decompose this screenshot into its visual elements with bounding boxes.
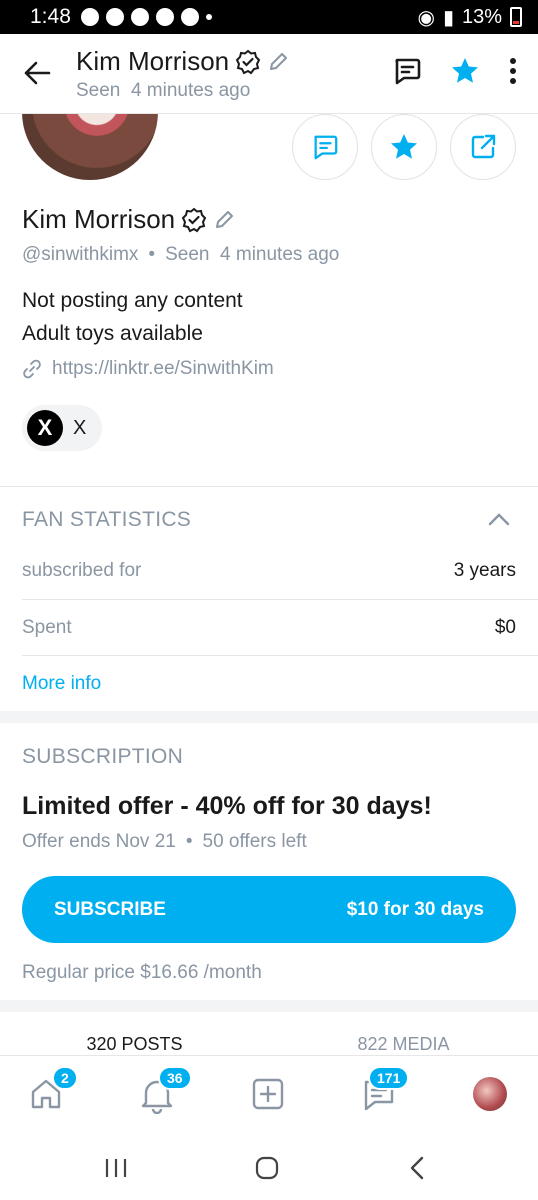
profile-handle: @sinwithkimx [22, 244, 139, 265]
reddit-icon-2 [180, 8, 199, 26]
star-icon [391, 134, 417, 159]
nav-messages[interactable]: 171 [360, 1066, 410, 1116]
message-button[interactable] [292, 114, 358, 180]
home-button-icon[interactable] [255, 1156, 279, 1180]
recents-icon[interactable] [104, 1157, 128, 1179]
share-button[interactable] [450, 114, 516, 180]
link-icon [23, 359, 41, 379]
header-seen-time: 4 minutes ago [130, 80, 251, 101]
back-button-icon[interactable] [408, 1155, 426, 1181]
header-name: Kim Morrison [76, 46, 230, 76]
section-gap [0, 1000, 538, 1012]
profile-seen-label: Seen [165, 244, 210, 265]
more-info-link[interactable]: More info [22, 673, 101, 695]
bio-line-1: Not posting any content [22, 289, 243, 312]
profile-header: Kim Morrison Seen 4 minutes ago [0, 34, 538, 114]
bio-line-2: Adult toys available [22, 322, 203, 345]
profile-name: Kim Morrison [22, 204, 235, 235]
battery-text: 13% [461, 5, 502, 28]
star-icon[interactable] [450, 56, 480, 86]
verified-icon [181, 207, 207, 232]
offer-details: Offer ends Nov 21 • 50 offers left [22, 831, 307, 853]
header-seen: Seen 4 minutes ago [76, 80, 250, 102]
profile-seen-time: 4 minutes ago [220, 244, 340, 265]
subscribe-button[interactable]: SUBSCRIBE $10 for 30 days [22, 876, 516, 943]
status-time: 1:48 [30, 5, 71, 28]
tab-media[interactable]: 822 MEDIA [269, 1034, 538, 1055]
x-logo-icon: X [27, 410, 63, 446]
message-icon[interactable] [392, 56, 422, 86]
battery-icon [510, 7, 522, 27]
offers-left: 50 offers left [202, 831, 307, 852]
regular-price: Regular price $16.66 /month [22, 962, 262, 983]
subscribe-label: SUBSCRIBE [54, 898, 166, 920]
stat-value: 3 years [453, 560, 516, 581]
nav-profile-avatar[interactable] [473, 1077, 507, 1111]
offer-title: Limited offer - 40% off for 30 days! [22, 792, 432, 820]
home-badge: 2 [52, 1066, 78, 1090]
tab-posts[interactable]: 320 POSTS [0, 1034, 269, 1055]
row-divider [22, 599, 538, 600]
offer-ends: Offer ends Nov 21 [22, 831, 176, 852]
profile-name-text: Kim Morrison [22, 204, 176, 234]
x-social-chip[interactable]: X X [22, 405, 102, 451]
alert-icon [105, 8, 124, 26]
handle-line: @sinwithkimx • Seen 4 minutes ago [22, 244, 339, 266]
share-icon [471, 134, 496, 159]
verified-icon [235, 49, 261, 74]
message-icon [314, 135, 338, 160]
section-gap [0, 711, 538, 723]
more-vertical-icon[interactable] [508, 56, 518, 86]
subscribe-price: $10 for 30 days [346, 898, 484, 920]
signal-icon: ▮ [442, 6, 454, 29]
header-seen-label: Seen [76, 80, 121, 101]
stat-label: Spent [22, 617, 72, 638]
chevron-up-icon[interactable] [488, 512, 510, 526]
reddit-icon [155, 8, 174, 26]
nav-new-post[interactable] [250, 1076, 290, 1116]
nav-notifications[interactable]: 36 [138, 1066, 192, 1116]
stat-value: $0 [494, 617, 516, 638]
back-arrow-icon[interactable] [22, 58, 52, 88]
messenger-icon [80, 8, 99, 26]
row-divider [22, 655, 538, 656]
android-navigation-bar [0, 1135, 538, 1200]
nav-home[interactable]: 2 [28, 1066, 78, 1116]
messages-badge: 171 [368, 1066, 410, 1090]
content-tabs: 320 POSTS 822 MEDIA [0, 1034, 538, 1055]
profile-link-text[interactable]: https://linktr.ee/SinwithKim [52, 358, 274, 380]
fan-statistics-title: FAN STATISTICS [22, 508, 192, 531]
divider [0, 486, 538, 487]
favorite-button[interactable] [371, 114, 437, 180]
profile-seen: Seen 4 minutes ago [165, 244, 339, 266]
notifications-badge: 36 [158, 1066, 192, 1090]
stat-label: subscribed for [22, 560, 142, 581]
status-bar: 1:48 ◉ ▮ 13% [0, 0, 538, 34]
notification-icons [80, 8, 212, 26]
edit-pencil-icon[interactable] [267, 51, 289, 73]
wifi-icon: ◉ [417, 6, 435, 29]
x-social-label: X [73, 416, 87, 439]
add-post-icon [252, 1078, 284, 1110]
more-notifications-icon [205, 14, 212, 20]
subscription-title: SUBSCRIPTION [22, 745, 184, 768]
header-title: Kim Morrison [76, 46, 289, 77]
bottom-navigation: 2 36 171 [0, 1055, 538, 1135]
threads-icon [130, 8, 149, 26]
separator-dot: • [185, 831, 193, 852]
separator-dot: • [148, 244, 156, 265]
edit-pencil-icon[interactable] [213, 209, 235, 231]
profile-link[interactable]: https://linktr.ee/SinwithKim [22, 358, 274, 380]
